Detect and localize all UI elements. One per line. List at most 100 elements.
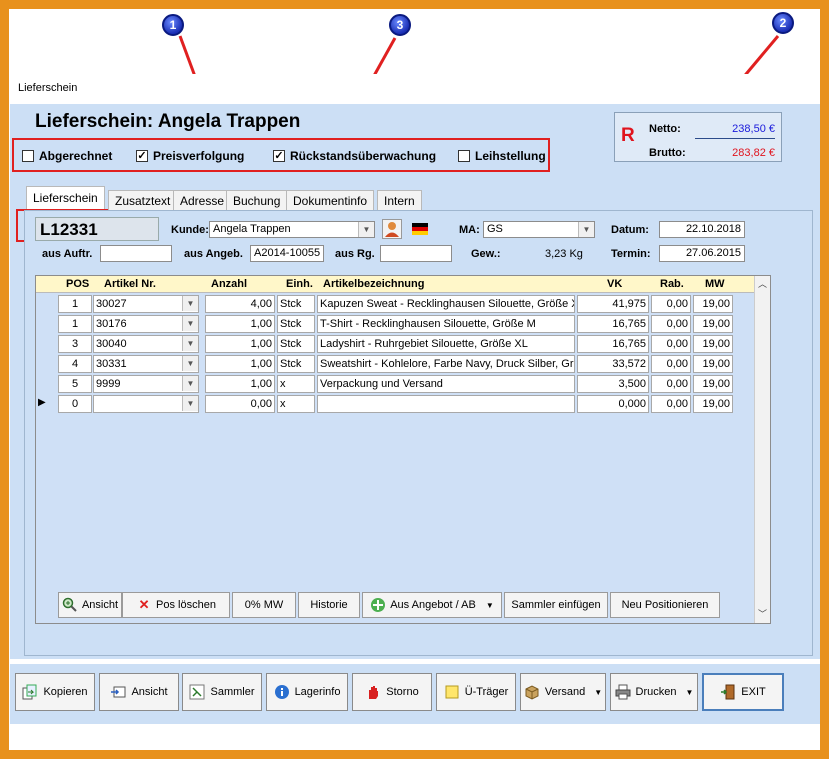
lagerinfo-button[interactable]: Lagerinfo [266,673,348,711]
sammler-einfuegen-button[interactable]: Sammler einfügen [504,592,608,618]
table-row[interactable]: 3 30040 ▼ 1,00 Stck Ladyshirt - Ruhrgebiet Si… [36,334,756,354]
cell-vk[interactable]: 41,975 [577,295,649,313]
drucken-button[interactable]: Drucken ▼ [610,673,698,711]
versand-button[interactable]: Versand ▼ [520,673,606,711]
cell-artikel[interactable]: 30331 ▼ [93,355,199,373]
cell-bez[interactable]: T-Shirt - Recklinghausen Silouette, Größ… [317,315,575,333]
cell-bez[interactable]: Kapuzen Sweat - Recklinghausen Silouette… [317,295,575,313]
cell-bez[interactable] [317,395,575,413]
cell-rab[interactable]: 0,00 [651,315,691,333]
chevron-down-icon[interactable]: ▼ [182,316,198,331]
kopieren-button[interactable]: Kopieren [15,673,95,711]
aus-auftr-field[interactable] [100,245,172,262]
cell-artikel[interactable]: ▼ [93,395,199,413]
cell-pos[interactable]: 4 [58,355,92,373]
storno-button[interactable]: Storno [352,673,432,711]
cell-mw[interactable]: 19,00 [693,335,733,353]
cell-mw[interactable]: 19,00 [693,315,733,333]
cell-anzahl[interactable]: 1,00 [205,355,275,373]
cell-anzahl[interactable]: 1,00 [205,315,275,333]
tab-lieferschein[interactable]: Lieferschein [26,186,105,210]
table-row[interactable]: ▶ 0 ▼ 0,00 x 0,000 0,00 19,00 [36,394,756,414]
neu-positionieren-button[interactable]: Neu Positionieren [610,592,720,618]
aus-angebot-button[interactable]: Aus Angebot / AB ▼ [362,592,502,618]
cell-artikel[interactable]: 30176 ▼ [93,315,199,333]
cell-mw[interactable]: 19,00 [693,355,733,373]
exit-button[interactable]: EXIT [702,673,784,711]
chevron-down-icon[interactable]: ▼ [578,222,594,237]
checkbox-leihstellung-box[interactable] [458,150,470,162]
cell-einh[interactable]: Stck [277,315,315,333]
ansicht-button[interactable]: Ansicht [99,673,179,711]
datum-field[interactable]: 22.10.2018 [659,221,745,238]
termin-field[interactable]: 27.06.2015 [659,245,745,262]
cell-rab[interactable]: 0,00 [651,295,691,313]
checkbox-preisverfolgung-box[interactable]: ✓ [136,150,148,162]
chevron-down-icon[interactable]: ▼ [686,688,694,697]
tab-adresse[interactable]: Adresse [173,190,232,210]
cell-vk[interactable]: 3,500 [577,375,649,393]
cell-rab[interactable]: 0,00 [651,395,691,413]
cell-anzahl[interactable]: 1,00 [205,375,275,393]
chevron-down-icon[interactable]: ▼ [182,336,198,351]
cell-bez[interactable]: Ladyshirt - Ruhrgebiet Silouette, Größe … [317,335,575,353]
cell-bez[interactable]: Sweatshirt - Kohlelore, Farbe Navy, Druc… [317,355,575,373]
tab-dokumentinfo[interactable]: Dokumentinfo [286,190,375,210]
checkbox-rueckstand-box[interactable]: ✓ [273,150,285,162]
scroll-up-icon[interactable]: ︿ [755,277,770,291]
cell-artikel[interactable]: 9999 ▼ [93,375,199,393]
cell-artikel[interactable]: 30027 ▼ [93,295,199,313]
cell-mw[interactable]: 19,00 [693,295,733,313]
cell-vk[interactable]: 0,000 [577,395,649,413]
cell-mw[interactable]: 19,00 [693,375,733,393]
cell-pos[interactable]: 1 [58,315,92,333]
cell-mw[interactable]: 19,00 [693,395,733,413]
cell-pos[interactable]: 1 [58,295,92,313]
checkbox-preisverfolgung[interactable]: ✓ Preisverfolgung [136,149,244,163]
cell-pos[interactable]: 3 [58,335,92,353]
chevron-down-icon[interactable]: ▼ [182,396,198,411]
aus-rg-field[interactable] [380,245,452,262]
kunde-select[interactable]: Angela Trappen ▼ [209,221,375,238]
grid-scrollbar[interactable]: ︿ ﹀ [754,276,770,623]
aus-angeb-field[interactable]: A2014-10055 [250,245,324,262]
checkbox-abgerechnet-box[interactable] [22,150,34,162]
tab-intern[interactable]: Intern [377,190,422,210]
pos-loeschen-button[interactable]: ✕ Pos löschen [122,592,230,618]
cell-einh[interactable]: Stck [277,295,315,313]
table-row[interactable]: 1 30176 ▼ 1,00 Stck T-Shirt - Recklinghausen … [36,314,756,334]
checkbox-abgerechnet[interactable]: Abgerechnet [22,149,112,163]
zero-mw-button[interactable]: 0% MW [232,592,296,618]
cell-anzahl[interactable]: 1,00 [205,335,275,353]
scroll-down-icon[interactable]: ﹀ [755,607,770,621]
cell-pos[interactable]: 5 [58,375,92,393]
chevron-down-icon[interactable]: ▼ [594,688,602,697]
cell-artikel[interactable]: 30040 ▼ [93,335,199,353]
checkbox-rueckstandsueberwachung[interactable]: ✓ Rückstandsüberwachung [273,149,436,163]
cell-anzahl[interactable]: 0,00 [205,395,275,413]
cell-rab[interactable]: 0,00 [651,375,691,393]
cell-rab[interactable]: 0,00 [651,335,691,353]
cell-anzahl[interactable]: 4,00 [205,295,275,313]
cell-pos[interactable]: 0 [58,395,92,413]
table-row[interactable]: 1 30027 ▼ 4,00 Stck Kapuzen Sweat - Recklingh… [36,294,756,314]
chevron-down-icon[interactable]: ▼ [358,222,374,237]
cell-einh[interactable]: Stck [277,335,315,353]
table-row[interactable]: 5 9999 ▼ 1,00 x Verpackung und Versand 3,500 0,… [36,374,756,394]
historie-button[interactable]: Historie [298,592,360,618]
cell-rab[interactable]: 0,00 [651,355,691,373]
tab-buchung[interactable]: Buchung [226,190,288,210]
cell-bez[interactable]: Verpackung und Versand [317,375,575,393]
ma-select[interactable]: GS ▼ [483,221,595,238]
cell-einh[interactable]: x [277,375,315,393]
cell-einh[interactable]: Stck [277,355,315,373]
dropdown-arrow-icon[interactable]: ▼ [486,601,494,610]
table-row[interactable]: 4 30331 ▼ 1,00 Stck Sweatshirt - Kohlelore, F… [36,354,756,374]
checkbox-leihstellung[interactable]: Leihstellung [458,149,546,163]
sammler-button[interactable]: Sammler [182,673,262,711]
chevron-down-icon[interactable]: ▼ [182,376,198,391]
cell-vk[interactable]: 16,765 [577,315,649,333]
grid-ansicht-button[interactable]: Ansicht [58,592,122,618]
cell-einh[interactable]: x [277,395,315,413]
ue-traeger-button[interactable]: Ü-Träger [436,673,516,711]
